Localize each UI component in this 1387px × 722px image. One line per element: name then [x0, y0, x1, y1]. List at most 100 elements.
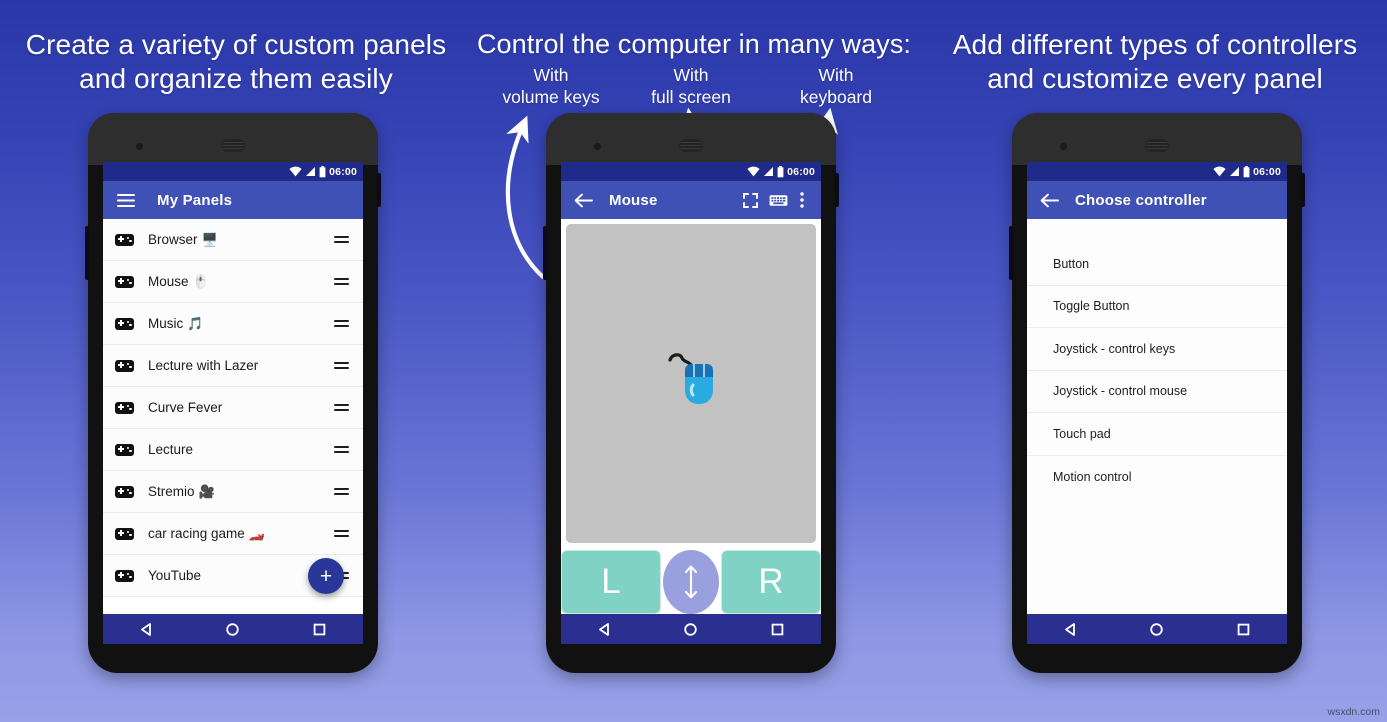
phone-two: 06:00 Mouse L R: [543, 113, 839, 673]
sublabel-fullscreen-line2: full screen: [651, 87, 731, 108]
list-item[interactable]: Toggle Button: [1027, 286, 1287, 328]
add-panel-fab[interactable]: +: [308, 558, 344, 594]
panel-name: Lecture: [148, 442, 194, 457]
recents-square-icon[interactable]: [1236, 622, 1251, 637]
back-arrow-icon[interactable]: [1037, 193, 1061, 208]
back-triangle-icon[interactable]: [1063, 622, 1078, 637]
fullscreen-icon[interactable]: [737, 192, 763, 208]
recents-square-icon[interactable]: [312, 622, 327, 637]
battery-icon: [777, 165, 784, 177]
wifi-icon: [1213, 166, 1226, 177]
plus-icon: +: [319, 564, 333, 588]
back-arrow-icon[interactable]: [571, 193, 595, 208]
power-button[interactable]: [1301, 173, 1305, 207]
headline-right: Add different types of controllers and c…: [925, 28, 1385, 96]
drag-handle-icon[interactable]: [334, 360, 349, 372]
touchpad-area[interactable]: [566, 224, 816, 543]
list-item[interactable]: Joystick - control keys: [1027, 328, 1287, 371]
sublabel-keyboard-line2: keyboard: [800, 87, 872, 108]
panel-emoji: 🏎️: [248, 525, 265, 541]
list-item[interactable]: Touch pad: [1027, 413, 1287, 456]
panel-row[interactable]: car racing game 🏎️: [103, 513, 363, 555]
panel-row[interactable]: Lecture: [103, 429, 363, 471]
scroll-control[interactable]: [663, 550, 719, 614]
volume-rocker-button[interactable]: [543, 226, 547, 280]
phone-three-top-bezel: [1012, 113, 1302, 165]
nav-bar-one: [103, 614, 363, 644]
drag-handle-icon[interactable]: [334, 528, 349, 540]
arrow-to-volume-keys: [505, 115, 546, 280]
earpiece-speaker-icon: [1145, 139, 1169, 152]
list-top-spacer: [1027, 219, 1287, 243]
phone-three-screen: 06:00 Choose controller Button Toggle Bu…: [1027, 162, 1287, 644]
drag-handle-icon[interactable]: [334, 276, 349, 288]
drag-handle-icon[interactable]: [334, 402, 349, 414]
front-camera-icon: [1060, 143, 1067, 150]
home-circle-icon[interactable]: [1149, 622, 1164, 637]
panel-row[interactable]: Browser 🖥️: [103, 219, 363, 261]
left-click-button[interactable]: L: [561, 550, 661, 614]
nav-bar-three: [1027, 614, 1287, 644]
panel-emoji: 🖱️: [192, 273, 209, 289]
panel-name: Stremio 🎥: [148, 483, 215, 499]
panel-row[interactable]: Lecture with Lazer: [103, 345, 363, 387]
list-item[interactable]: Motion control: [1027, 456, 1287, 499]
sublabel-volume-line1: With: [533, 65, 569, 85]
status-bar-three: 06:00: [1027, 162, 1287, 181]
gamepad-icon: [115, 317, 134, 330]
panel-row[interactable]: Music 🎵: [103, 303, 363, 345]
gamepad-icon: [115, 401, 134, 414]
gamepad-icon: [115, 233, 134, 246]
power-button[interactable]: [377, 173, 381, 207]
headline-right-line2: and customize every panel: [987, 63, 1323, 95]
keyboard-icon[interactable]: [763, 194, 793, 207]
home-circle-icon[interactable]: [683, 622, 698, 637]
phone-one-appbar: My Panels: [103, 181, 363, 219]
wifi-icon: [747, 166, 760, 177]
status-time: 06:00: [329, 165, 357, 178]
phone-three-appbar: Choose controller: [1027, 181, 1287, 219]
headline-right-line1: Add different types of controllers: [952, 29, 1358, 60]
sublabel-keyboard: With keyboard: [772, 64, 900, 109]
headline-left: Create a variety of custom panels and or…: [6, 28, 466, 96]
battery-icon: [1243, 165, 1250, 177]
back-triangle-icon[interactable]: [597, 622, 612, 637]
sublabel-volume-keys: With volume keys: [486, 64, 616, 109]
volume-rocker-button[interactable]: [1009, 226, 1013, 280]
sublabel-full-screen: With full screen: [627, 64, 755, 109]
front-camera-icon: [594, 143, 601, 150]
sublabel-volume-line2: volume keys: [502, 87, 600, 108]
status-bar-one: 06:00: [103, 162, 363, 181]
panel-row[interactable]: Curve Fever: [103, 387, 363, 429]
right-click-button[interactable]: R: [721, 550, 821, 614]
list-item[interactable]: Joystick - control mouse: [1027, 371, 1287, 413]
panel-name: YouTube: [148, 568, 202, 583]
back-triangle-icon[interactable]: [139, 622, 154, 637]
panel-row[interactable]: Mouse 🖱️: [103, 261, 363, 303]
panel-list: Browser 🖥️ Mouse 🖱️ Music 🎵 Lecture with La…: [103, 219, 363, 597]
phone-one-screen: 06:00 My Panels Browser 🖥️ Mouse 🖱️ Music 🎵: [103, 162, 363, 644]
drag-handle-icon[interactable]: [334, 486, 349, 498]
earpiece-speaker-icon: [221, 139, 245, 152]
drag-handle-icon[interactable]: [334, 234, 349, 246]
panel-name: Curve Fever: [148, 400, 223, 415]
phone-one-top-bezel: [88, 113, 378, 165]
gamepad-icon: [115, 275, 134, 288]
panel-row[interactable]: Stremio 🎥: [103, 471, 363, 513]
front-camera-icon: [136, 143, 143, 150]
phone-two-appbar: Mouse: [561, 181, 821, 219]
list-item[interactable]: Button: [1027, 243, 1287, 286]
panel-emoji: 🖥️: [201, 231, 218, 247]
phone-two-title: Mouse: [609, 191, 658, 209]
power-button[interactable]: [835, 173, 839, 207]
overflow-menu-icon[interactable]: [793, 192, 811, 208]
recents-square-icon[interactable]: [770, 622, 785, 637]
headline-middle: Control the computer in many ways:: [476, 29, 912, 59]
hamburger-menu-icon[interactable]: [113, 193, 139, 207]
volume-rocker-button[interactable]: [85, 226, 89, 280]
gamepad-icon: [115, 359, 134, 372]
drag-handle-icon[interactable]: [334, 318, 349, 330]
home-circle-icon[interactable]: [225, 622, 240, 637]
panel-name: Mouse 🖱️: [148, 273, 209, 289]
drag-handle-icon[interactable]: [334, 444, 349, 456]
